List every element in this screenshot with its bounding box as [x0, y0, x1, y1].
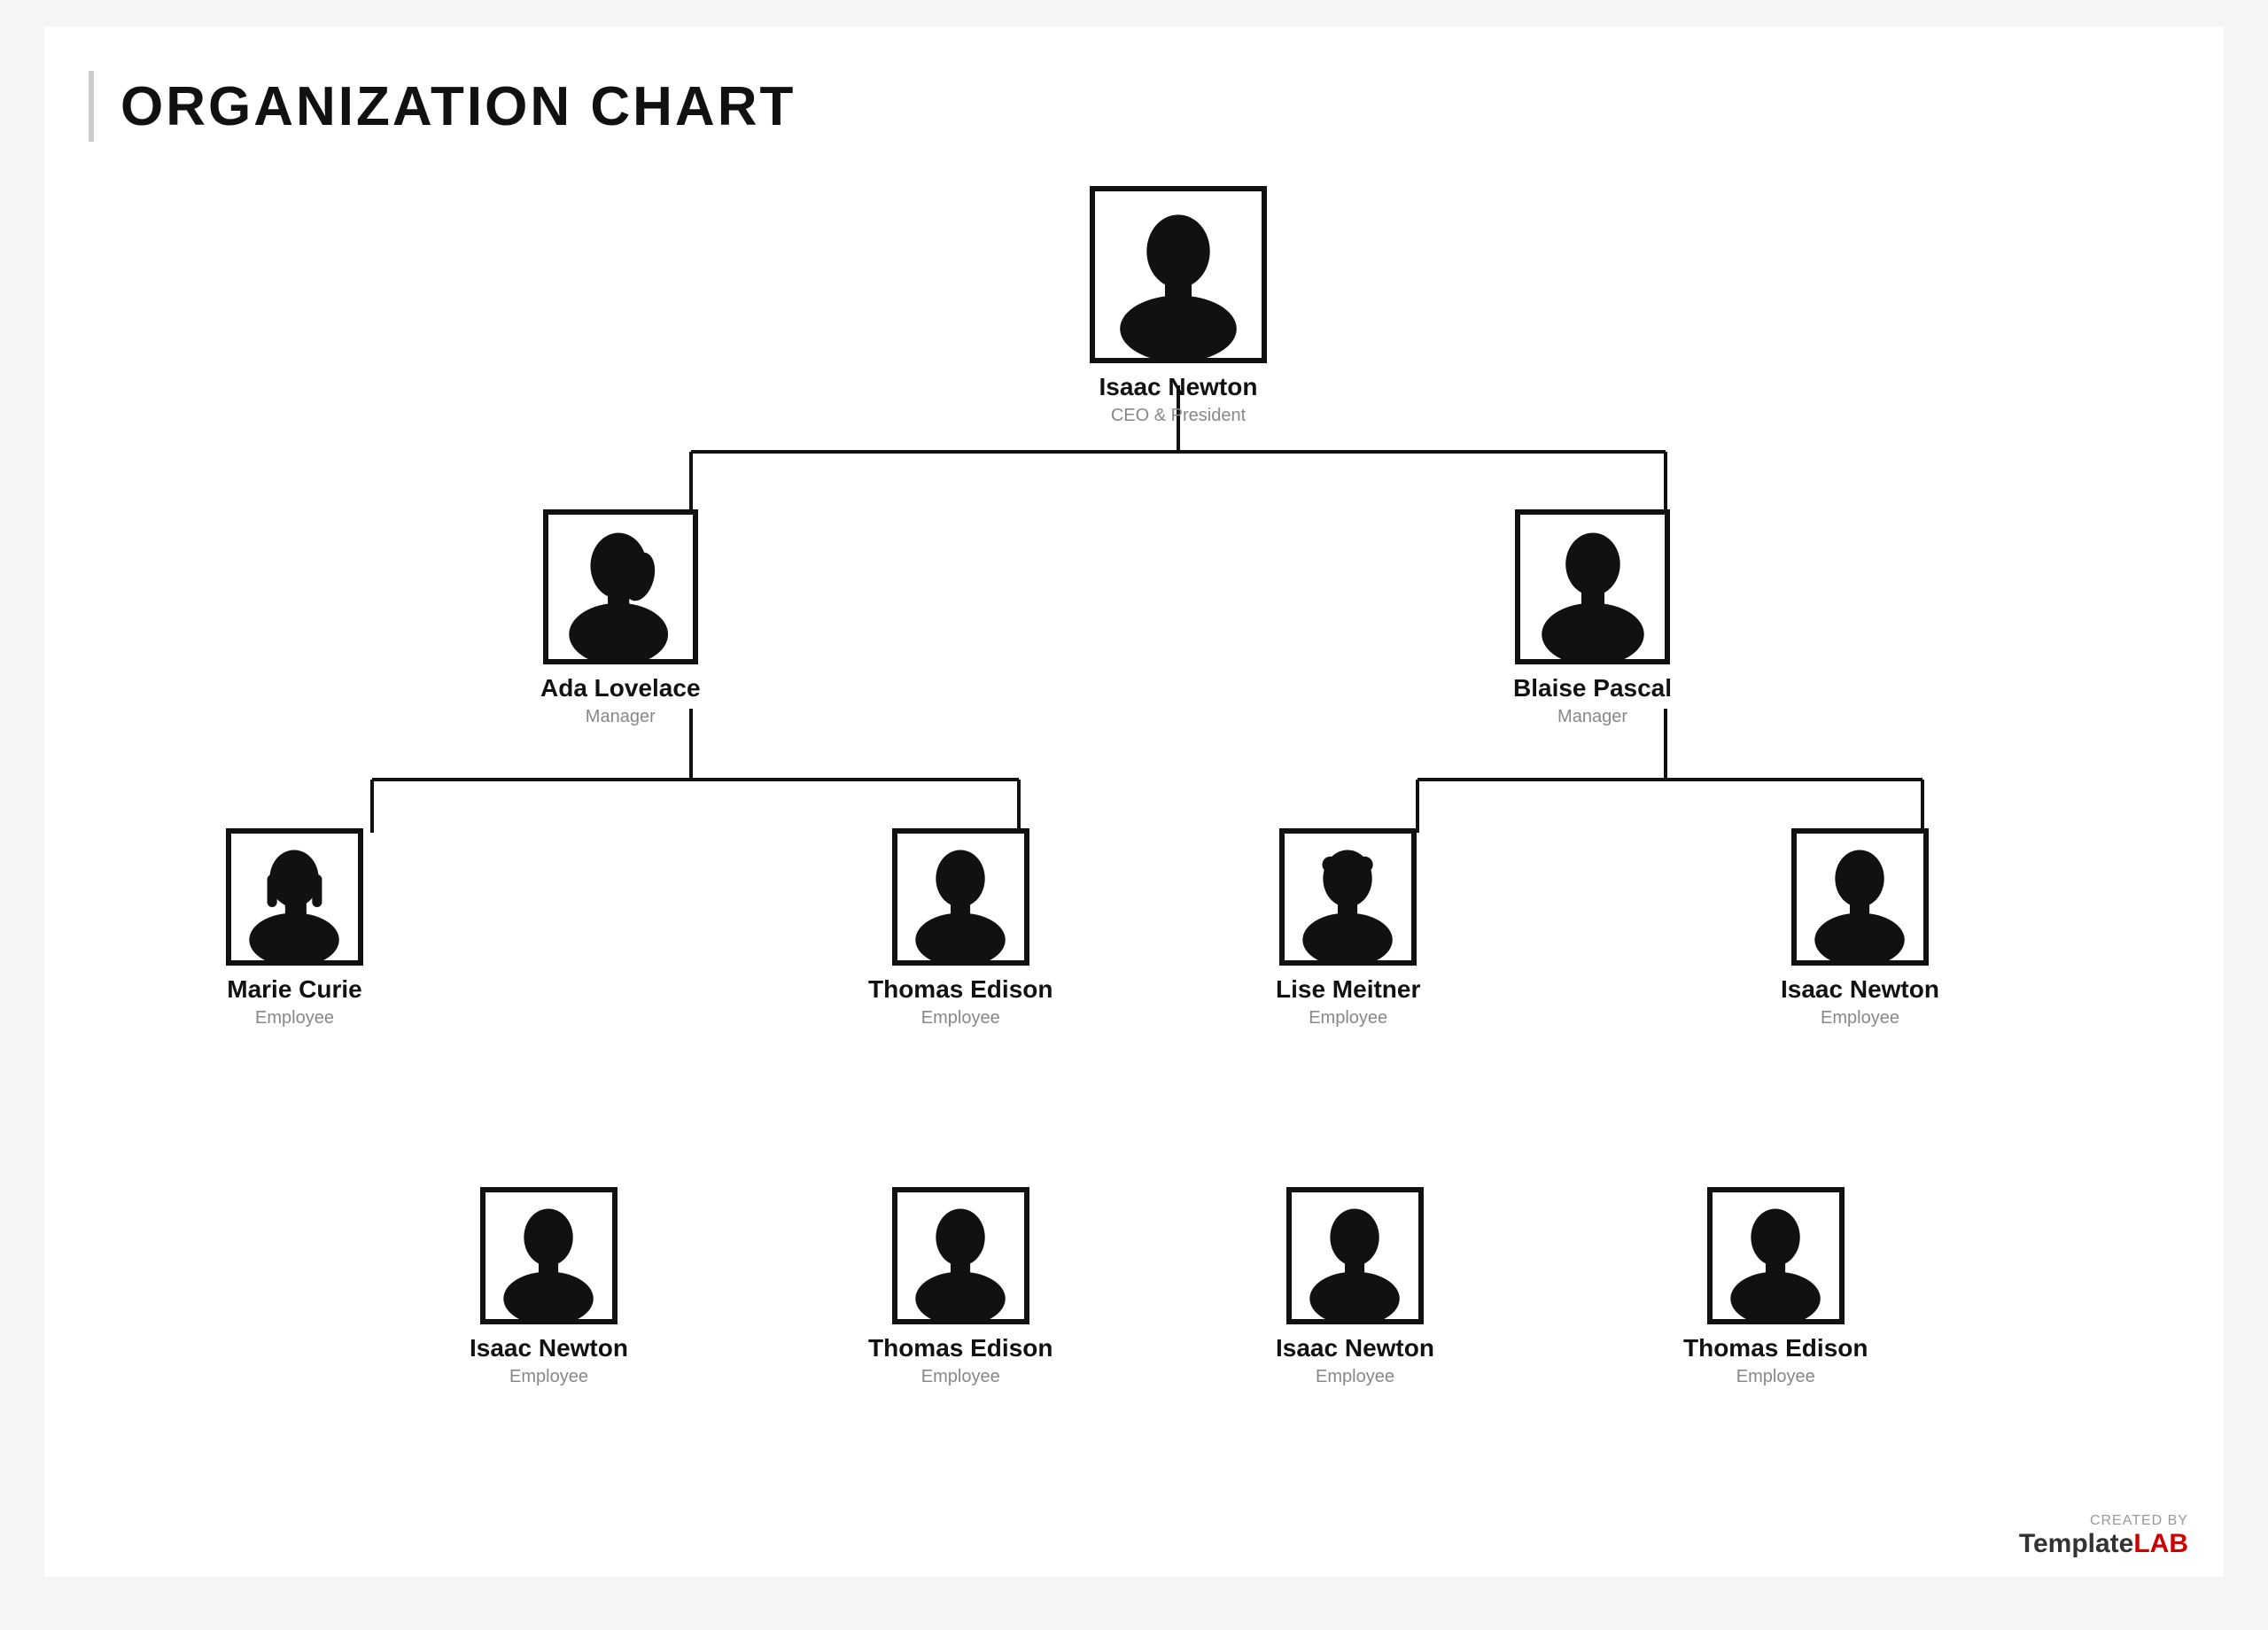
page-title: ORGANIZATION CHART: [120, 75, 796, 138]
row2-4-avatar-icon: [1797, 834, 1923, 960]
ceo-node: Isaac Newton CEO & President: [1090, 186, 1267, 426]
row3-2-role: Employee: [921, 1367, 1000, 1387]
row2-2-role: Employee: [921, 1008, 1000, 1028]
employee-row3-1-node: Isaac Newton Employee: [470, 1187, 628, 1387]
manager-left-avatar-icon: [548, 515, 693, 659]
manager-right-avatar: [1515, 509, 1670, 664]
row2-3-avatar: [1279, 828, 1417, 966]
page: ORGANIZATION CHART: [44, 27, 2224, 1577]
row3-2-avatar-icon: [897, 1192, 1024, 1319]
ceo-avatar: [1090, 186, 1267, 363]
row2-3-avatar-icon: [1285, 834, 1411, 960]
title-section: ORGANIZATION CHART: [89, 71, 2179, 142]
ceo-name: Isaac Newton: [1099, 372, 1258, 402]
employee-row2-3-node: Lise Meitner Employee: [1276, 828, 1420, 1028]
manager-right-name: Blaise Pascal: [1513, 673, 1672, 703]
row3-3-avatar: [1286, 1187, 1424, 1324]
watermark-brand: TemplateLAB: [2019, 1529, 2188, 1559]
manager-right-avatar-icon: [1520, 515, 1665, 659]
manager-right-role: Manager: [1557, 707, 1627, 727]
row2-1-avatar: [226, 828, 363, 966]
row2-3-role: Employee: [1309, 1008, 1387, 1028]
ceo-role: CEO & President: [1111, 406, 1246, 426]
row3-2-avatar: [892, 1187, 1029, 1324]
row3-3-name: Isaac Newton: [1276, 1333, 1434, 1363]
employee-row3-4-node: Thomas Edison Employee: [1683, 1187, 1868, 1387]
row2-2-avatar: [892, 828, 1029, 966]
row3-1-avatar-icon: [485, 1192, 612, 1319]
manager-left-name: Ada Lovelace: [540, 673, 701, 703]
manager-right-node: Blaise Pascal Manager: [1513, 509, 1672, 727]
row3-3-avatar-icon: [1292, 1192, 1418, 1319]
row3-4-avatar-icon: [1713, 1192, 1839, 1319]
manager-left-node: Ada Lovelace Manager: [540, 509, 701, 727]
row2-2-name: Thomas Edison: [868, 974, 1052, 1005]
row2-2-avatar-icon: [897, 834, 1024, 960]
row2-3-name: Lise Meitner: [1276, 974, 1420, 1005]
employee-row2-1-node: Marie Curie Employee: [226, 828, 363, 1028]
employee-row2-4-node: Isaac Newton Employee: [1781, 828, 1939, 1028]
manager-left-avatar: [543, 509, 698, 664]
row2-1-role: Employee: [255, 1008, 334, 1028]
employee-row3-2-node: Thomas Edison Employee: [868, 1187, 1052, 1387]
row3-4-role: Employee: [1736, 1367, 1815, 1387]
row2-1-avatar-icon: [231, 834, 358, 960]
row2-4-name: Isaac Newton: [1781, 974, 1939, 1005]
row3-2-name: Thomas Edison: [868, 1333, 1052, 1363]
row2-1-name: Marie Curie: [227, 974, 362, 1005]
watermark-created-label: CREATED BY: [2090, 1513, 2188, 1529]
watermark-template: Template: [2019, 1529, 2133, 1558]
row3-1-role: Employee: [509, 1367, 588, 1387]
row3-3-role: Employee: [1316, 1367, 1394, 1387]
row3-1-name: Isaac Newton: [470, 1333, 628, 1363]
watermark-lab: LAB: [2133, 1529, 2188, 1558]
row3-1-avatar: [480, 1187, 617, 1324]
watermark: CREATED BY TemplateLAB: [2019, 1513, 2188, 1559]
title-bar: [89, 71, 94, 142]
row3-4-avatar: [1707, 1187, 1845, 1324]
row3-4-name: Thomas Edison: [1683, 1333, 1868, 1363]
row2-4-role: Employee: [1821, 1008, 1899, 1028]
employee-row3-3-node: Isaac Newton Employee: [1276, 1187, 1434, 1387]
manager-left-role: Manager: [586, 707, 656, 727]
org-chart: Isaac Newton CEO & President Ada Lovelac…: [89, 177, 2179, 1550]
employee-row2-2-node: Thomas Edison Employee: [868, 828, 1052, 1028]
row2-4-avatar: [1791, 828, 1929, 966]
ceo-avatar-icon: [1095, 191, 1262, 358]
